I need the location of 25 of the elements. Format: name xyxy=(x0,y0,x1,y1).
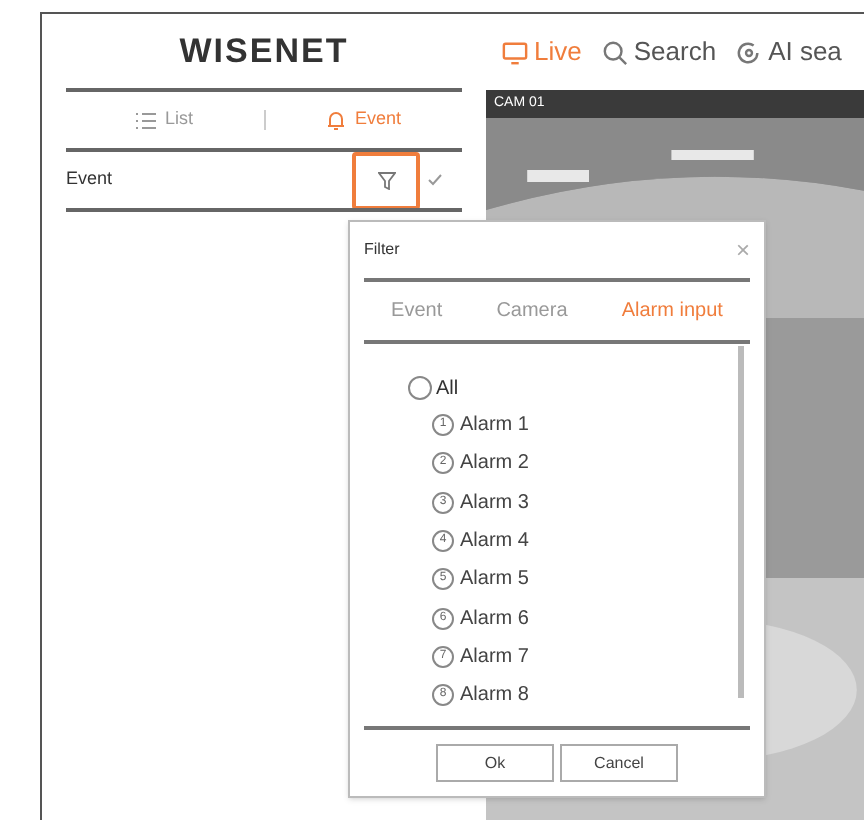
dialog-button[interactable]: Cancel xyxy=(560,744,678,782)
alarm-label[interactable]: Alarm 3 xyxy=(460,487,529,518)
bell-icon xyxy=(326,110,347,130)
monitor-icon xyxy=(502,39,528,65)
alarm-label[interactable]: Alarm 2 xyxy=(460,448,529,479)
ai-search-icon xyxy=(736,39,763,65)
alarm-label[interactable]: Alarm 6 xyxy=(460,603,529,634)
nav-link[interactable]: Search xyxy=(601,32,717,72)
dialog-title: Filter xyxy=(364,238,400,262)
alarm-label[interactable]: Alarm 1 xyxy=(460,410,529,441)
filter-button[interactable] xyxy=(352,151,420,209)
filter-icon xyxy=(377,171,395,189)
list-icon xyxy=(136,111,157,129)
nav-link[interactable]: AI sea xyxy=(736,32,842,72)
scrollbar[interactable] xyxy=(738,346,744,698)
alarm-label[interactable]: Alarm 8 xyxy=(460,680,529,711)
alarm-label[interactable]: Alarm 5 xyxy=(460,564,529,595)
dialog-button[interactable]: Ok xyxy=(436,744,554,782)
alarm-label[interactable]: Alarm 7 xyxy=(460,641,529,672)
wisenet-logo: WISENET xyxy=(177,29,351,74)
event-label: Event xyxy=(66,166,115,193)
search-icon xyxy=(601,39,628,65)
all-radio[interactable]: All xyxy=(408,370,738,406)
check-icon xyxy=(428,174,442,186)
alarm-label[interactable]: Alarm 4 xyxy=(460,526,529,557)
